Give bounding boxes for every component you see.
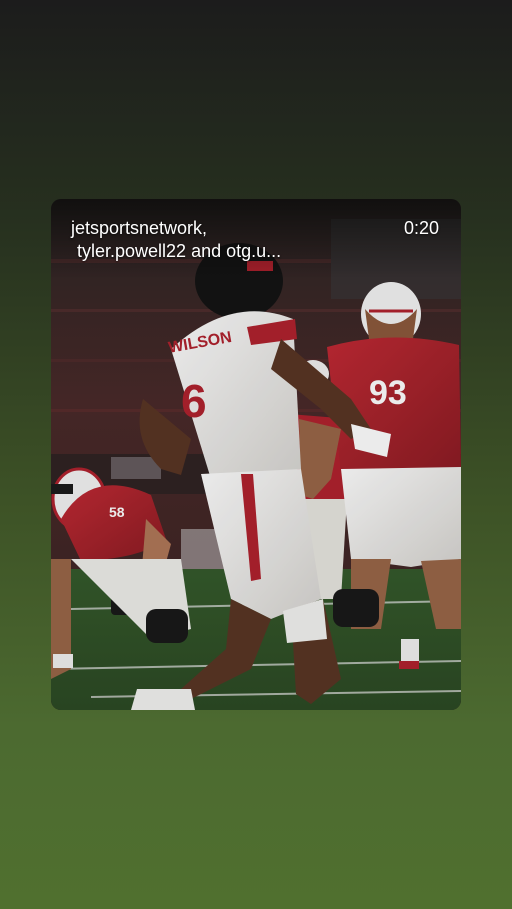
accounts-line-1: jetsportsnetwork, xyxy=(71,218,208,238)
video-timer: 0:20 xyxy=(403,218,439,238)
story-accounts[interactable]: jetsportsnetwork, tyler.powell22 and otg… xyxy=(71,217,371,263)
story-video[interactable]: 58 93 6 WILSON jetsportsnetwork, tyler.p… xyxy=(51,199,461,710)
accounts-line-2: tyler.powell22 and otg.u... xyxy=(77,241,282,261)
